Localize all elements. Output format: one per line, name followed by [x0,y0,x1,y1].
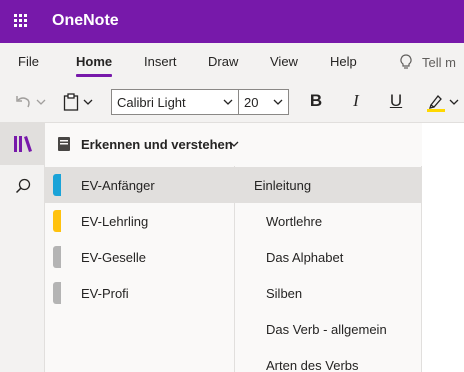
section-item[interactable]: EV-Anfänger [45,167,234,203]
font-name-select[interactable]: Calibri Light [111,89,239,115]
section-color-tab [53,246,61,268]
highlight-button[interactable] [426,91,459,113]
app-title: OneNote [52,12,119,29]
section-list: EV-Anfänger EV-Lehrling EV-Geselle EV-Pr… [45,166,234,372]
title-bar: OneNote [0,0,464,43]
page-item[interactable]: Einleitung [235,167,422,203]
page-label: Silben [266,286,303,301]
section-item[interactable]: EV-Profi [45,275,234,311]
clipboard-icon [63,93,79,111]
search-icon [15,178,30,194]
page-label: Arten des Verbs [266,358,359,372]
notebook-icon [58,137,70,151]
page-label: Das Verb - allgemein [266,322,387,337]
chevron-down-icon [83,99,93,105]
font-name-value: Calibri Light [117,94,186,110]
undo-icon [16,96,30,108]
notebook-title: Erkennen und verstehen [81,137,233,152]
page-item[interactable]: Arten des Verbs [235,347,422,372]
section-item[interactable]: EV-Geselle [45,239,234,275]
section-label: EV-Profi [81,286,129,301]
tab-view[interactable]: View [270,54,298,76]
navigation-rail [0,123,45,372]
chevron-down-icon [449,99,459,105]
page-list: Einleitung Wortlehre Das Alphabet Silben… [234,166,422,372]
highlighter-icon [427,95,445,112]
page-item[interactable]: Das Alphabet [235,239,422,275]
chevron-down-icon [229,141,239,147]
tab-home[interactable]: Home [76,54,113,77]
waffle-icon[interactable] [14,14,28,28]
tab-file[interactable]: File [18,54,39,76]
section-label: EV-Lehrling [81,214,149,229]
bold-button[interactable]: B [306,91,326,111]
page-label: Wortlehre [266,214,323,229]
section-color-tab [53,282,61,304]
italic-button[interactable]: I [346,91,366,111]
tell-me-box[interactable]: Tell m [400,54,456,70]
notebook-header[interactable]: Erkennen und verstehen [45,123,422,166]
tab-help[interactable]: Help [330,54,357,76]
font-size-select[interactable]: 20 [238,89,289,115]
search-button[interactable] [0,165,45,207]
section-color-tab [53,174,61,196]
page-item[interactable]: Das Verb - allgemein [235,311,422,347]
tab-draw[interactable]: Draw [208,54,238,76]
undo-button[interactable] [14,91,46,113]
notebooks-button[interactable] [0,123,45,165]
chevron-down-icon [223,99,233,105]
ribbon-tabs: File Home Insert Draw View Help Tell m [0,43,464,81]
tell-me-text: Tell m [422,54,456,70]
section-label: EV-Anfänger [81,178,155,193]
font-size-value: 20 [244,94,259,110]
notebooks-icon [13,136,32,152]
page-item[interactable]: Wortlehre [235,203,422,239]
page-label: Einleitung [254,178,312,193]
ribbon-toolbar: Calibri Light 20 B I U [0,81,464,123]
page-canvas[interactable] [422,123,464,372]
page-item[interactable]: Silben [235,275,422,311]
chevron-down-icon [273,99,283,105]
underline-button[interactable]: U [386,91,406,111]
section-color-tab [53,210,61,232]
section-item[interactable]: EV-Lehrling [45,203,234,239]
paste-button[interactable] [63,91,93,113]
tab-insert[interactable]: Insert [144,54,177,76]
lightbulb-icon [400,54,412,69]
section-label: EV-Geselle [81,250,147,265]
page-label: Das Alphabet [266,250,344,265]
chevron-down-icon [36,99,46,105]
